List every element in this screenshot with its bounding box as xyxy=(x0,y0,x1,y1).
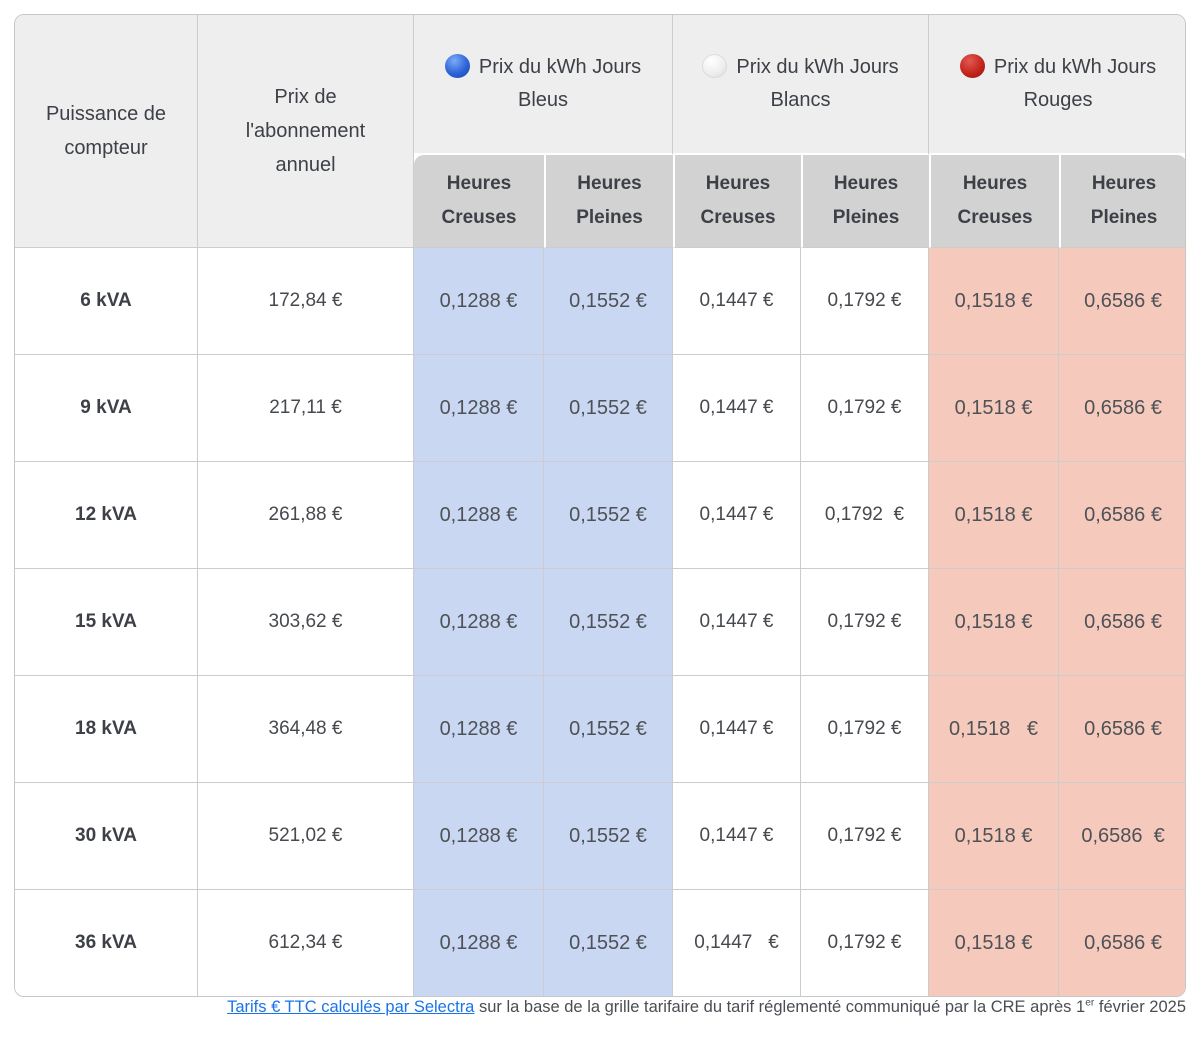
red-circle-icon xyxy=(959,54,985,78)
cell-blue-peak: 0,1552 € xyxy=(544,783,674,890)
red-days-group-label: Prix du kWh Jours Rouges xyxy=(993,56,1157,111)
cell-white-off-peak: 0,1447 € xyxy=(673,462,802,569)
cell-red-peak: 0,6586 € xyxy=(1059,890,1185,996)
cell-red-off-peak: 0,1518 € xyxy=(929,783,1060,890)
cell-white-off-peak: 0,1447 € xyxy=(673,783,802,890)
footnote: Tarifs € TTC calculés par Selectra sur l… xyxy=(14,998,1186,1017)
cell-subscription: 521,02 € xyxy=(198,783,414,890)
cell-blue-peak: 0,1552 € xyxy=(544,248,674,355)
page: Puissance de compteur Prix de l'abonneme… xyxy=(0,0,1200,1038)
cell-red-off-peak: 0,1518 € xyxy=(929,248,1060,355)
red-peak-header: Heures Pleines xyxy=(1059,155,1185,248)
footnote-text: sur la base de la grille tarifaire du ta… xyxy=(474,998,1086,1016)
tariff-table: Puissance de compteur Prix de l'abonneme… xyxy=(15,15,1185,996)
cell-subscription: 612,34 € xyxy=(198,890,414,996)
cell-red-peak: 0,6586 € xyxy=(1059,248,1185,355)
table-header: Puissance de compteur Prix de l'abonneme… xyxy=(15,15,1185,248)
blue-days-group-header: Prix du kWh Jours Bleus xyxy=(414,15,674,155)
cell-red-peak: 0,6586 € xyxy=(1059,569,1185,676)
footnote-text-end: février 2025 xyxy=(1094,998,1186,1016)
blue-peak-header: Heures Pleines xyxy=(544,155,674,248)
cell-red-peak: 0,6586 € xyxy=(1059,783,1185,890)
cell-white-peak: 0,1792 € xyxy=(801,890,930,996)
cell-blue-peak: 0,1552 € xyxy=(544,355,674,462)
table-body: 6 kVA 172,84 €0,1288 €0,1552 €0,1447 €0,1… xyxy=(15,248,1185,996)
white-off-peak-header: Heures Creuses xyxy=(673,155,802,248)
cell-white-off-peak: 0,1447 € xyxy=(673,248,802,355)
cell-white-peak: 0,1792 € xyxy=(801,248,930,355)
cell-white-off-peak: 0,1447 € xyxy=(673,355,802,462)
cell-blue-peak: 0,1552 € xyxy=(544,890,674,996)
cell-red-peak: 0,6586 € xyxy=(1059,355,1185,462)
cell-power: 9 kVA xyxy=(15,355,198,462)
cell-power: 30 kVA xyxy=(15,783,198,890)
footnote-superscript: er xyxy=(1085,997,1095,1009)
cell-blue-off-peak: 0,1288 € xyxy=(414,462,544,569)
cell-power: 6 kVA xyxy=(15,248,198,355)
power-column-header: Puissance de compteur xyxy=(15,15,198,248)
tariff-table-container: Puissance de compteur Prix de l'abonneme… xyxy=(14,14,1186,997)
cell-white-off-peak: 0,1447 € xyxy=(673,569,802,676)
white-days-group-header: Prix du kWh Jours Blancs xyxy=(673,15,930,155)
cell-subscription: 172,84 € xyxy=(198,248,414,355)
cell-blue-off-peak: 0,1288 € xyxy=(414,248,544,355)
table-row: 12 kVA 261,88 €0,1288 €0,1552 €0,1447 €0,… xyxy=(15,462,1185,569)
selectra-tariffs-link[interactable]: Tarifs € TTC calculés par Selectra xyxy=(227,998,474,1016)
white-days-group-label: Prix du kWh Jours Blancs xyxy=(736,56,899,111)
group-header-row: Puissance de compteur Prix de l'abonneme… xyxy=(15,15,1185,248)
cell-subscription: 364,48 € xyxy=(198,676,414,783)
cell-red-off-peak: 0,1518 € xyxy=(929,569,1060,676)
cell-blue-peak: 0,1552 € xyxy=(544,462,674,569)
cell-blue-peak: 0,1552 € xyxy=(544,569,674,676)
cell-blue-off-peak: 0,1288 € xyxy=(414,783,544,890)
cell-power: 18 kVA xyxy=(15,676,198,783)
red-days-group-header: Prix du kWh Jours Rouges xyxy=(929,15,1185,155)
cell-white-peak: 0,1792 € xyxy=(801,783,930,890)
blue-off-peak-header: Heures Creuses xyxy=(414,155,544,248)
cell-blue-peak: 0,1552 € xyxy=(544,676,674,783)
table-row: 36 kVA 612,34 €0,1288 €0,1552 €0,1447 €0,… xyxy=(15,890,1185,996)
table-row: 6 kVA 172,84 €0,1288 €0,1552 €0,1447 €0,1… xyxy=(15,248,1185,355)
white-peak-header: Heures Pleines xyxy=(801,155,930,248)
cell-white-peak: 0,1792 € xyxy=(801,355,930,462)
blue-circle-icon xyxy=(444,54,470,78)
cell-red-off-peak: 0,1518 € xyxy=(929,676,1060,783)
cell-subscription: 261,88 € xyxy=(198,462,414,569)
red-off-peak-header: Heures Creuses xyxy=(929,155,1060,248)
table-row: 18 kVA 364,48 €0,1288 €0,1552 €0,1447 €0,… xyxy=(15,676,1185,783)
cell-red-peak: 0,6586 € xyxy=(1059,676,1185,783)
cell-white-peak: 0,1792 € xyxy=(801,462,930,569)
table-row: 15 kVA 303,62 €0,1288 €0,1552 €0,1447 €0,… xyxy=(15,569,1185,676)
cell-red-off-peak: 0,1518 € xyxy=(929,462,1060,569)
subscription-column-header: Prix de l'abonnement annuel xyxy=(198,15,414,248)
cell-white-off-peak: 0,1447 € xyxy=(673,890,802,996)
cell-power: 15 kVA xyxy=(15,569,198,676)
cell-red-peak: 0,6586 € xyxy=(1059,462,1185,569)
cell-blue-off-peak: 0,1288 € xyxy=(414,355,544,462)
cell-power: 36 kVA xyxy=(15,890,198,996)
cell-blue-off-peak: 0,1288 € xyxy=(414,676,544,783)
cell-blue-off-peak: 0,1288 € xyxy=(414,890,544,996)
table-row: 9 kVA 217,11 €0,1288 €0,1552 €0,1447 €0,1… xyxy=(15,355,1185,462)
cell-power: 12 kVA xyxy=(15,462,198,569)
cell-subscription: 303,62 € xyxy=(198,569,414,676)
cell-blue-off-peak: 0,1288 € xyxy=(414,569,544,676)
white-circle-icon xyxy=(702,54,728,78)
cell-subscription: 217,11 € xyxy=(198,355,414,462)
cell-white-peak: 0,1792 € xyxy=(801,676,930,783)
cell-red-off-peak: 0,1518 € xyxy=(929,890,1060,996)
table-row: 30 kVA 521,02 €0,1288 €0,1552 €0,1447 €0,… xyxy=(15,783,1185,890)
cell-red-off-peak: 0,1518 € xyxy=(929,355,1060,462)
cell-white-off-peak: 0,1447 € xyxy=(673,676,802,783)
cell-white-peak: 0,1792 € xyxy=(801,569,930,676)
blue-days-group-label: Prix du kWh Jours Bleus xyxy=(478,56,642,111)
